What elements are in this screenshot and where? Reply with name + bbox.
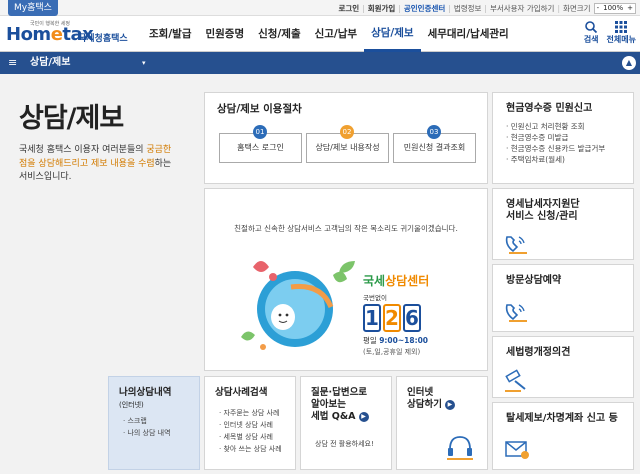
phone-call-icon: [505, 304, 527, 322]
list-item[interactable]: 주택임차료(월세): [506, 154, 605, 165]
law-info-link[interactable]: 법령정보: [454, 3, 482, 14]
main-content: 상담/제보 국세청 홈택스 이용자 여러분들의 궁금한 점을 상담해드리고 제보…: [0, 74, 640, 474]
tax-qa-card[interactable]: 질문·답변으로 알아보는 세법 Q&A ▶ 상담 전 활용하세요!: [300, 376, 392, 470]
case-search-card[interactable]: 상담사례검색 자주묻는 상담 사례 인터넷 상담 사례 세목별 상담 사례 찾아…: [204, 376, 296, 470]
my-consult-history-title: 나의상담내역 (인터넷): [119, 387, 172, 409]
all-menu-label: 전체메뉴: [606, 35, 636, 44]
search-label: 검색: [583, 35, 599, 44]
main-header: 국민이 행복한 세정 Hometax 국세청홈택스 조회/발급 민원증명 신청/…: [0, 16, 640, 52]
list-item[interactable]: 민원신고 처리현황 조회: [506, 121, 605, 132]
no-area-code-label: 국번없이: [363, 294, 387, 302]
case-search-title: 상담사례검색: [215, 387, 268, 398]
operating-hours: 평일 9:00~18:00: [363, 336, 429, 345]
divider: |: [362, 3, 365, 13]
tax-qa-title: 질문·답변으로 알아보는 세법 Q&A ▶: [311, 387, 369, 422]
divider: |: [557, 3, 560, 13]
visit-reservation-title: 방문상담예약: [506, 275, 562, 286]
divider: |: [448, 3, 451, 13]
list-item[interactable]: 찾아 쓰는 상담 사례: [219, 443, 281, 455]
grid-menu-icon: [615, 21, 628, 33]
nav-item-filing[interactable]: 신고/납부: [308, 16, 364, 52]
my-hometax-tab[interactable]: My홈택스: [8, 0, 58, 16]
tax-law-opinion-title: 세법령개정의견: [506, 347, 571, 358]
header-icons: 검색 전체메뉴: [584, 20, 636, 45]
holiday-note: (토,일,공휴일 제외): [363, 348, 421, 356]
small-taxpayer-card[interactable]: 영세납세자지원단 서비스 신청/관리: [492, 188, 634, 260]
phone-digit: 1: [363, 304, 381, 332]
sub-nav-title[interactable]: 상담/제보: [30, 52, 70, 74]
nav-item-inquiry[interactable]: 조회/발급: [142, 16, 198, 52]
internet-consult-title: 인터넷 상담하기 ▶: [407, 387, 455, 411]
zoom-value: 100%: [603, 4, 624, 12]
small-taxpayer-title: 영세납세자지원단 서비스 신청/관리: [506, 199, 580, 222]
my-consult-history-list: 스크랩 나의 상담 내역: [123, 415, 171, 439]
procedure-title: 상담/제보 이용절차: [217, 103, 302, 115]
hometax-logo[interactable]: 국민이 행복한 세정 Hometax 국세청홈택스: [6, 20, 131, 48]
step-number: 03: [427, 125, 441, 139]
zoom-control: - 100% +: [593, 2, 636, 14]
list-item[interactable]: 세목별 상담 사례: [219, 431, 282, 443]
gavel-icon: [505, 369, 526, 392]
nav-item-consult[interactable]: 상담/제보: [364, 16, 421, 52]
call-center-banner: 친절하고 신속한 상담서비스 고객님의 작은 목소리도 귀기울이겠습니다. 국세…: [204, 188, 488, 371]
sub-nav-bar: ≡ 상담/제보 ▾ ▲: [0, 52, 640, 74]
arrow-right-icon: ▶: [358, 411, 369, 422]
divider: |: [484, 3, 487, 13]
phone-call-icon: [505, 236, 527, 254]
headset-icon: [447, 436, 473, 460]
banner-slogan: 친절하고 신속한 상담서비스 고객님의 작은 목소리도 귀기울이겠습니다.: [234, 224, 458, 233]
list-item[interactable]: 현금영수증 신용카드 발급거부: [506, 143, 605, 154]
phone-digit: 6: [403, 304, 421, 332]
login-link[interactable]: 로그인: [339, 3, 360, 14]
divider: |: [398, 3, 401, 13]
case-search-list: 자주묻는 상담 사례 인터넷 상담 사례 세목별 상담 사례 찾아 쓰는 상담 …: [219, 407, 282, 455]
phone-number: 1 2 6: [363, 304, 473, 332]
logo-nts-text: 국세청홈택스: [78, 34, 128, 44]
list-item[interactable]: 인터넷 상담 사례: [219, 419, 282, 431]
tax-law-opinion-card[interactable]: 세법령개정의견: [492, 336, 634, 398]
procedure-card: 상담/제보 이용절차 01 홈택스 로그인 02 상담/제보 내용작성 03 민…: [204, 92, 488, 184]
headset-globe-illustration: [241, 261, 347, 350]
cert-center-link[interactable]: 공인인증센터: [404, 3, 445, 14]
global-nav: 조회/발급 민원증명 신청/제출 신고/납부 상담/제보 세무대리/납세관리: [142, 16, 516, 52]
tax-qa-subtitle: 상담 전 활용하세요!: [315, 440, 374, 448]
top-links: 로그인 | 회원가입 | 공인인증센터 | 법령정보 | 부서사용자 가입하기 …: [339, 0, 636, 16]
my-consult-history-card[interactable]: 나의상담내역(인터넷) 스크랩 나의 상담 내역: [108, 376, 200, 470]
tax-evasion-report-title: 탈세제보/차명계좌 신고 등: [506, 413, 618, 424]
page-title: 상담/제보: [19, 103, 124, 134]
screen-size-label: 화면크기: [562, 3, 591, 13]
internet-consult-card[interactable]: 인터넷 상담하기 ▶: [396, 376, 488, 470]
call-center-brand: 국세상담센터: [363, 274, 430, 288]
top-utility-bar: My홈택스 로그인 | 회원가입 | 공인인증센터 | 법령정보 | 부서사용자…: [0, 0, 640, 16]
nav-item-application[interactable]: 신청/제출: [251, 16, 307, 52]
cash-receipt-list: 민원신고 처리현황 조회 현금영수증 미발급 현금영수증 신용카드 발급거부 주…: [506, 121, 605, 165]
search-button[interactable]: 검색: [584, 20, 599, 45]
list-item[interactable]: 현금영수증 미발급: [506, 132, 605, 143]
step-number: 01: [253, 125, 267, 139]
visit-reservation-card[interactable]: 방문상담예약: [492, 264, 634, 332]
chevron-down-icon[interactable]: ▾: [142, 52, 146, 74]
report-envelope-icon: [505, 441, 529, 459]
list-item[interactable]: 스크랩: [123, 415, 171, 427]
list-item[interactable]: 나의 상담 내역: [123, 427, 170, 439]
nav-item-tax-agent[interactable]: 세무대리/납세관리: [421, 16, 516, 52]
phone-digit: 2: [383, 304, 401, 332]
cash-receipt-card[interactable]: 현금영수증 민원신고 민원신고 처리현황 조회 현금영수증 미발급 현금영수증 …: [492, 92, 634, 184]
nav-item-certificate[interactable]: 민원증명: [198, 16, 251, 52]
tax-evasion-report-card[interactable]: 탈세제보/차명계좌 신고 등: [492, 402, 634, 470]
all-menu-button[interactable]: 전체메뉴: [607, 20, 636, 45]
zoom-in-button[interactable]: +: [625, 4, 635, 12]
scroll-up-icon[interactable]: ▲: [622, 56, 636, 70]
step-number: 02: [340, 125, 354, 139]
call-center-info: 국세상담센터 국번없이 1 2 6 평일 9:00~18:00 (토,일,공휴일…: [363, 272, 473, 357]
leaf-decoration-icon: [339, 261, 355, 273]
search-icon: [585, 21, 598, 34]
arrow-right-icon: ▶: [444, 399, 455, 410]
cash-receipt-title: 현금영수증 민원신고: [506, 103, 593, 114]
dept-join-link[interactable]: 부서사용자 가입하기: [490, 3, 554, 14]
join-link[interactable]: 회원가입: [368, 3, 396, 14]
list-item[interactable]: 자주묻는 상담 사례: [219, 407, 282, 419]
page-description: 국세청 홈택스 이용자 여러분들의 궁금한 점을 상담해드리고 제보 내용을 수…: [19, 145, 172, 182]
hamburger-icon[interactable]: ≡: [8, 56, 17, 69]
